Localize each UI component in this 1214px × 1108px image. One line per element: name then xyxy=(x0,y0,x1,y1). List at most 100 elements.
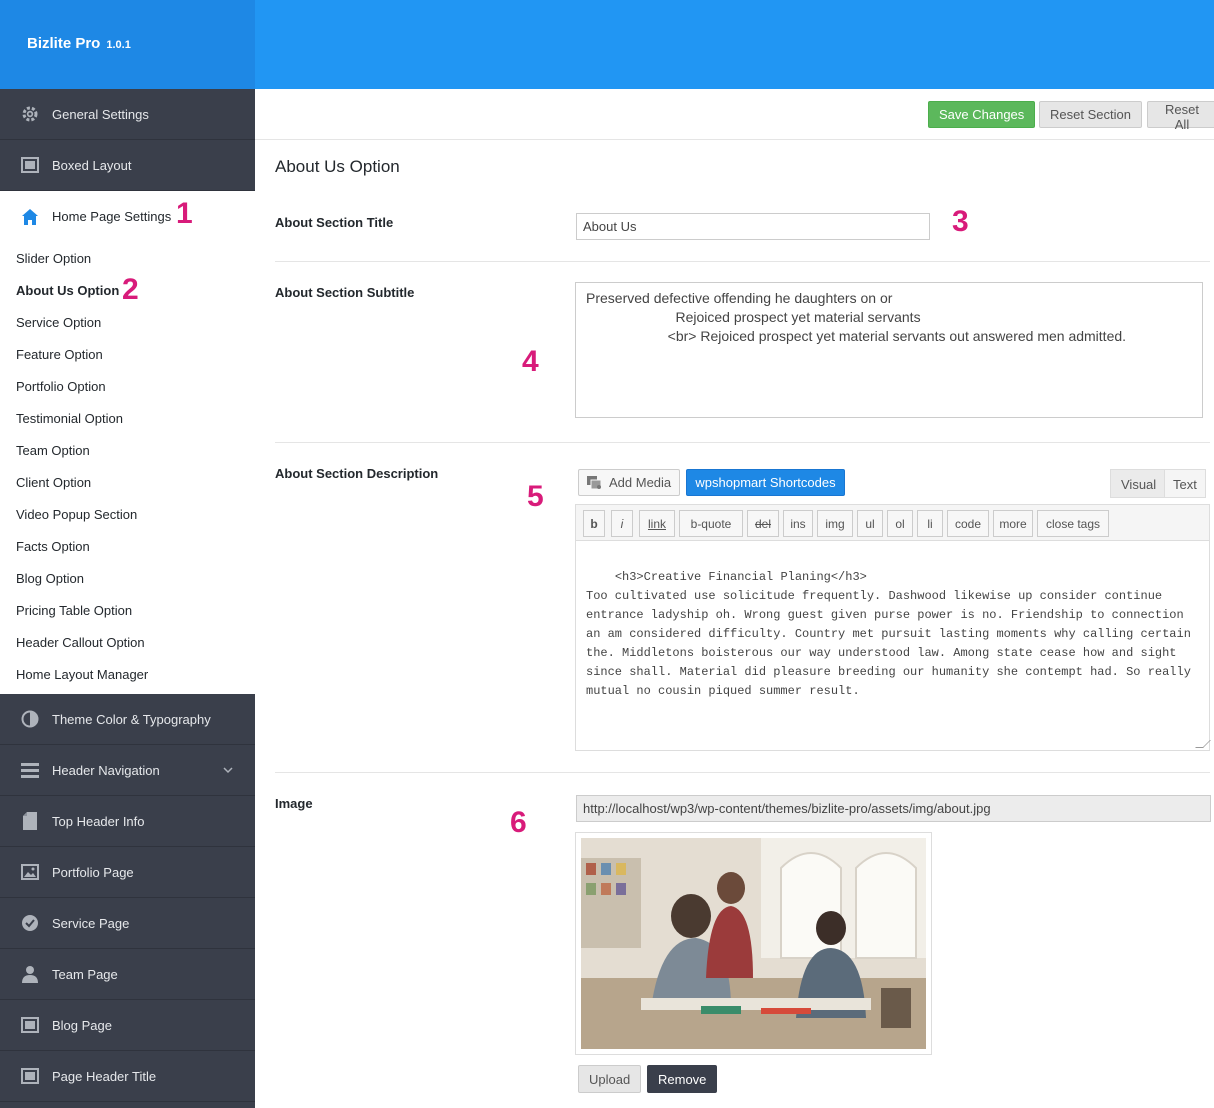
description-textarea[interactable]: <h3>Creative Financial Planing</h3> Too … xyxy=(575,540,1211,751)
submenu-item-portfolio-option[interactable]: Portfolio Option xyxy=(0,371,255,403)
about-subtitle-textarea[interactable]: Preserved defective offending he daughte… xyxy=(575,282,1203,418)
add-media-button[interactable]: Add Media xyxy=(578,469,680,496)
quicktag-ul-button[interactable]: ul xyxy=(857,510,883,537)
quicktag-ol-button[interactable]: ol xyxy=(887,510,913,537)
wpshopmart-shortcodes-button[interactable]: wpshopmart Shortcodes xyxy=(686,469,845,496)
sidebar-item-header-navigation[interactable]: Header Navigation xyxy=(0,745,255,796)
submenu-item-facts-option[interactable]: Facts Option xyxy=(0,531,255,563)
about-title-label: About Section Title xyxy=(275,215,394,230)
about-subtitle-label: About Section Subtitle xyxy=(275,285,415,300)
quicktag-img-button[interactable]: img xyxy=(817,510,853,537)
image-url-input[interactable] xyxy=(576,795,1211,822)
home-icon xyxy=(21,208,39,226)
about-photo xyxy=(581,838,926,1049)
annotation-marker-3: 3 xyxy=(952,205,969,238)
media-icon xyxy=(587,475,603,490)
section-title: About Us Option xyxy=(275,157,400,176)
reset-section-button[interactable]: Reset Section xyxy=(1039,101,1142,128)
about-title-input[interactable] xyxy=(576,213,930,240)
quicktag-more-button[interactable]: more xyxy=(993,510,1033,537)
sidebar-item-label: Top Header Info xyxy=(52,813,145,829)
submenu-item-video-popup-section[interactable]: Video Popup Section xyxy=(0,499,255,531)
sidebar: General Settings Boxed Layout Home Page … xyxy=(0,89,255,1108)
sidebar-item-label: General Settings xyxy=(52,106,149,122)
quicktag-code-button[interactable]: code xyxy=(947,510,989,537)
sidebar-item-portfolio-page[interactable]: Portfolio Page xyxy=(0,847,255,898)
quicktag-bquote-button[interactable]: b-quote xyxy=(679,510,743,537)
submenu-item-label: About Us Option xyxy=(16,283,120,298)
quicktag-close-tags-button[interactable]: close tags xyxy=(1037,510,1109,537)
sidebar-item-service-page[interactable]: Service Page xyxy=(0,898,255,949)
reset-all-button[interactable]: Reset All xyxy=(1147,101,1214,132)
resize-handle[interactable] xyxy=(1195,740,1211,748)
sidebar-item-label: Team Page xyxy=(52,966,118,982)
app-name: Bizlite Pro xyxy=(27,35,101,52)
submenu-item-team-option[interactable]: Team Option xyxy=(0,435,255,467)
image-icon xyxy=(21,863,39,881)
sidebar-item-label: Portfolio Page xyxy=(52,864,134,880)
image-preview xyxy=(575,832,932,1055)
submenu-item-testimonial-option[interactable]: Testimonial Option xyxy=(0,403,255,435)
sidebar-item-page-header-title[interactable]: Page Header Title xyxy=(0,1051,255,1102)
submenu-item-pricing-table-option[interactable]: Pricing Table Option xyxy=(0,595,255,627)
divider xyxy=(275,261,1210,262)
home-settings-submenu: Slider Option About Us Option 2 Service … xyxy=(0,242,255,694)
divider xyxy=(275,442,1210,443)
sidebar-item-label: Blog Page xyxy=(52,1017,112,1033)
top-bar xyxy=(255,0,1214,89)
save-changes-button[interactable]: Save Changes xyxy=(928,101,1036,128)
sidebar-item-top-header-info[interactable]: Top Header Info xyxy=(0,796,255,847)
gear-icon xyxy=(21,105,39,123)
quicktag-bold-button[interactable]: b xyxy=(583,510,605,537)
quicktag-del-button[interactable]: del xyxy=(747,510,779,537)
image-label: Image xyxy=(275,796,313,811)
annotation-marker-4: 4 xyxy=(522,345,539,378)
submenu-item-feature-option[interactable]: Feature Option xyxy=(0,339,255,371)
sidebar-item-label: Header Navigation xyxy=(52,762,160,778)
sidebar-item-label: Home Page Settings xyxy=(52,209,172,224)
annotation-marker-5: 5 xyxy=(527,480,544,513)
quicktag-link-button[interactable]: link xyxy=(639,510,675,537)
quicktag-li-button[interactable]: li xyxy=(917,510,943,537)
quicktags-toolbar: b i link b-quote del ins img ul ol li co… xyxy=(575,504,1210,541)
submenu-item-slider-option[interactable]: Slider Option xyxy=(0,243,255,275)
window-icon xyxy=(21,156,39,174)
quicktag-ins-button[interactable]: ins xyxy=(783,510,813,537)
menu-icon xyxy=(21,761,39,779)
quicktag-italic-button[interactable]: i xyxy=(611,510,633,537)
app-version: 1.0.1 xyxy=(106,39,131,51)
upload-button[interactable]: Upload xyxy=(578,1065,642,1093)
remove-button[interactable]: Remove xyxy=(647,1065,718,1093)
sidebar-item-boxed-layout[interactable]: Boxed Layout xyxy=(0,140,255,191)
sidebar-item-blog-page[interactable]: Blog Page xyxy=(0,1000,255,1051)
check-circle-icon xyxy=(21,914,39,932)
document-icon xyxy=(21,812,39,830)
submenu-item-blog-option[interactable]: Blog Option xyxy=(0,563,255,595)
about-description-label: About Section Description xyxy=(275,466,439,481)
submenu-item-client-option[interactable]: Client Option xyxy=(0,467,255,499)
sidebar-item-label: Boxed Layout xyxy=(52,157,132,173)
sidebar-item-home-page-settings[interactable]: Home Page Settings 1 xyxy=(0,191,255,242)
annotation-marker-2: 2 xyxy=(122,273,139,306)
description-text: <h3>Creative Financial Planing</h3> Too … xyxy=(586,570,1191,698)
submenu-item-header-callout-option[interactable]: Header Callout Option xyxy=(0,627,255,659)
submenu-item-home-layout-manager[interactable]: Home Layout Manager xyxy=(0,659,255,691)
sidebar-item-label: Service Page xyxy=(52,915,130,931)
window-icon xyxy=(21,1016,39,1034)
main-panel: Save Changes Reset Section Reset All Abo… xyxy=(255,89,1214,1108)
tab-visual[interactable]: Visual xyxy=(1110,469,1168,498)
chevron-down-icon xyxy=(223,762,233,777)
annotation-marker-6: 6 xyxy=(510,806,527,839)
contrast-icon xyxy=(21,710,39,728)
sidebar-item-team-page[interactable]: Team Page xyxy=(0,949,255,1000)
action-bar: Save Changes Reset Section Reset All xyxy=(255,89,1214,140)
sidebar-item-label: Theme Color & Typography xyxy=(52,711,211,727)
sidebar-item-theme-color-typography[interactable]: Theme Color & Typography xyxy=(0,694,255,745)
submenu-item-service-option[interactable]: Service Option xyxy=(0,307,255,339)
brand-header: Bizlite Pro 1.0.1 xyxy=(0,0,255,89)
annotation-marker-1: 1 xyxy=(176,197,193,230)
sidebar-item-general-settings[interactable]: General Settings xyxy=(0,89,255,140)
tab-text[interactable]: Text xyxy=(1164,469,1206,498)
submenu-item-about-us-option[interactable]: About Us Option 2 xyxy=(0,273,255,307)
user-icon xyxy=(21,965,39,983)
